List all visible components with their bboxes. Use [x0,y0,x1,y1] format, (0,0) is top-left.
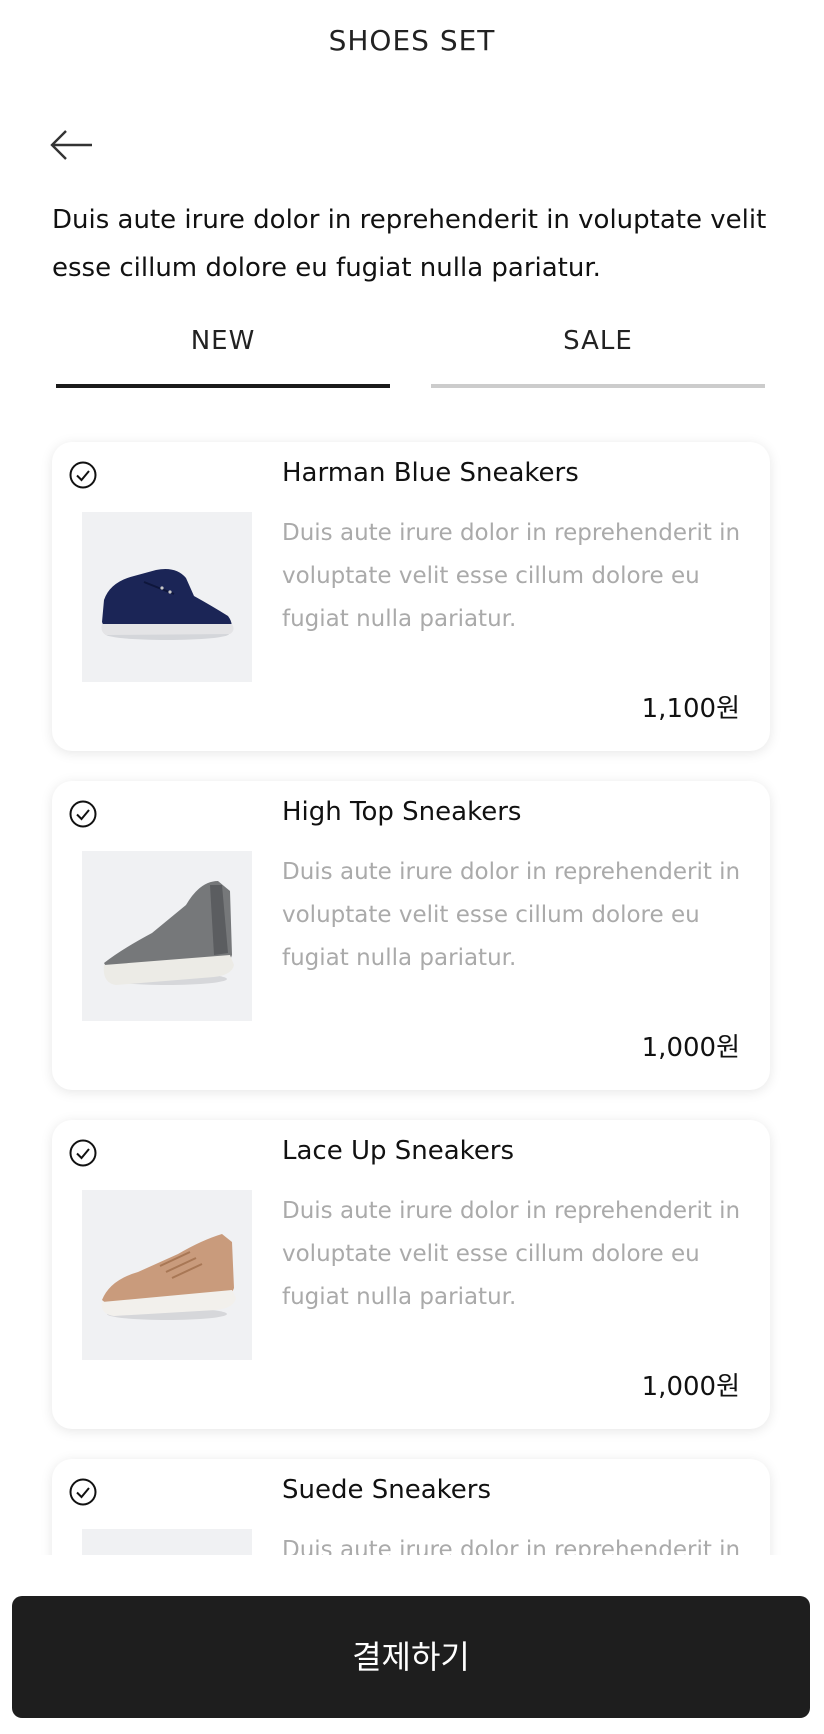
product-description: Duis aute irure dolor in reprehenderit i… [282,520,741,632]
check-circle-icon[interactable] [68,1138,98,1168]
product-name[interactable]: Lace Up Sneakers [282,1136,514,1166]
check-circle-icon[interactable] [68,1477,98,1507]
back-button[interactable] [50,128,94,162]
product-image[interactable] [82,1190,252,1360]
checkout-button[interactable]: 결제하기 [12,1596,810,1718]
tab-sale-label: SALE [563,326,633,356]
product-card[interactable]: Harman Blue Sneakers Duis aute irure dol… [52,442,770,751]
product-price: 1,100원 [641,694,740,724]
check-circle-icon[interactable] [68,799,98,829]
product-name[interactable]: Suede Sneakers [282,1475,491,1505]
product-card[interactable]: High Top Sneakers Duis aute irure dolor … [52,781,770,1090]
product-price: 1,000원 [641,1033,740,1063]
tan-suede-lace-up-sneaker-image [101,1234,236,1320]
product-description: Duis aute irure dolor in reprehenderit i… [282,1198,741,1310]
tab-sale[interactable]: SALE [431,326,765,388]
intro-text: Duis aute irure dolor in reprehenderit i… [52,205,767,283]
product-image[interactable] [82,1529,252,1555]
navy-suede-chukka-boot-image [101,569,234,640]
tab-new-label: NEW [190,326,256,356]
product-list[interactable]: Harman Blue Sneakers Duis aute irure dol… [0,420,824,1555]
product-card[interactable]: Lace Up Sneakers Duis aute irure dolor i… [52,1120,770,1429]
product-image[interactable] [82,851,252,1021]
product-name[interactable]: Harman Blue Sneakers [282,458,579,488]
product-name[interactable]: High Top Sneakers [282,797,521,827]
grey-suede-chelsea-sneaker-image [103,881,234,985]
tab-new[interactable]: NEW [56,326,390,388]
product-image[interactable] [82,512,252,682]
product-card[interactable]: Suede Sneakers Duis aute irure dolor in … [52,1459,770,1555]
product-description: Duis aute irure dolor in reprehenderit i… [282,859,741,971]
tab-sale-underline [431,384,765,388]
check-circle-icon[interactable] [68,460,98,490]
product-price: 1,000원 [641,1372,740,1402]
product-description: Duis aute irure dolor in reprehenderit i… [282,1537,741,1555]
page-title: SHOES SET [328,24,496,57]
arrow-left-icon [50,130,92,160]
tab-new-underline [56,384,390,388]
